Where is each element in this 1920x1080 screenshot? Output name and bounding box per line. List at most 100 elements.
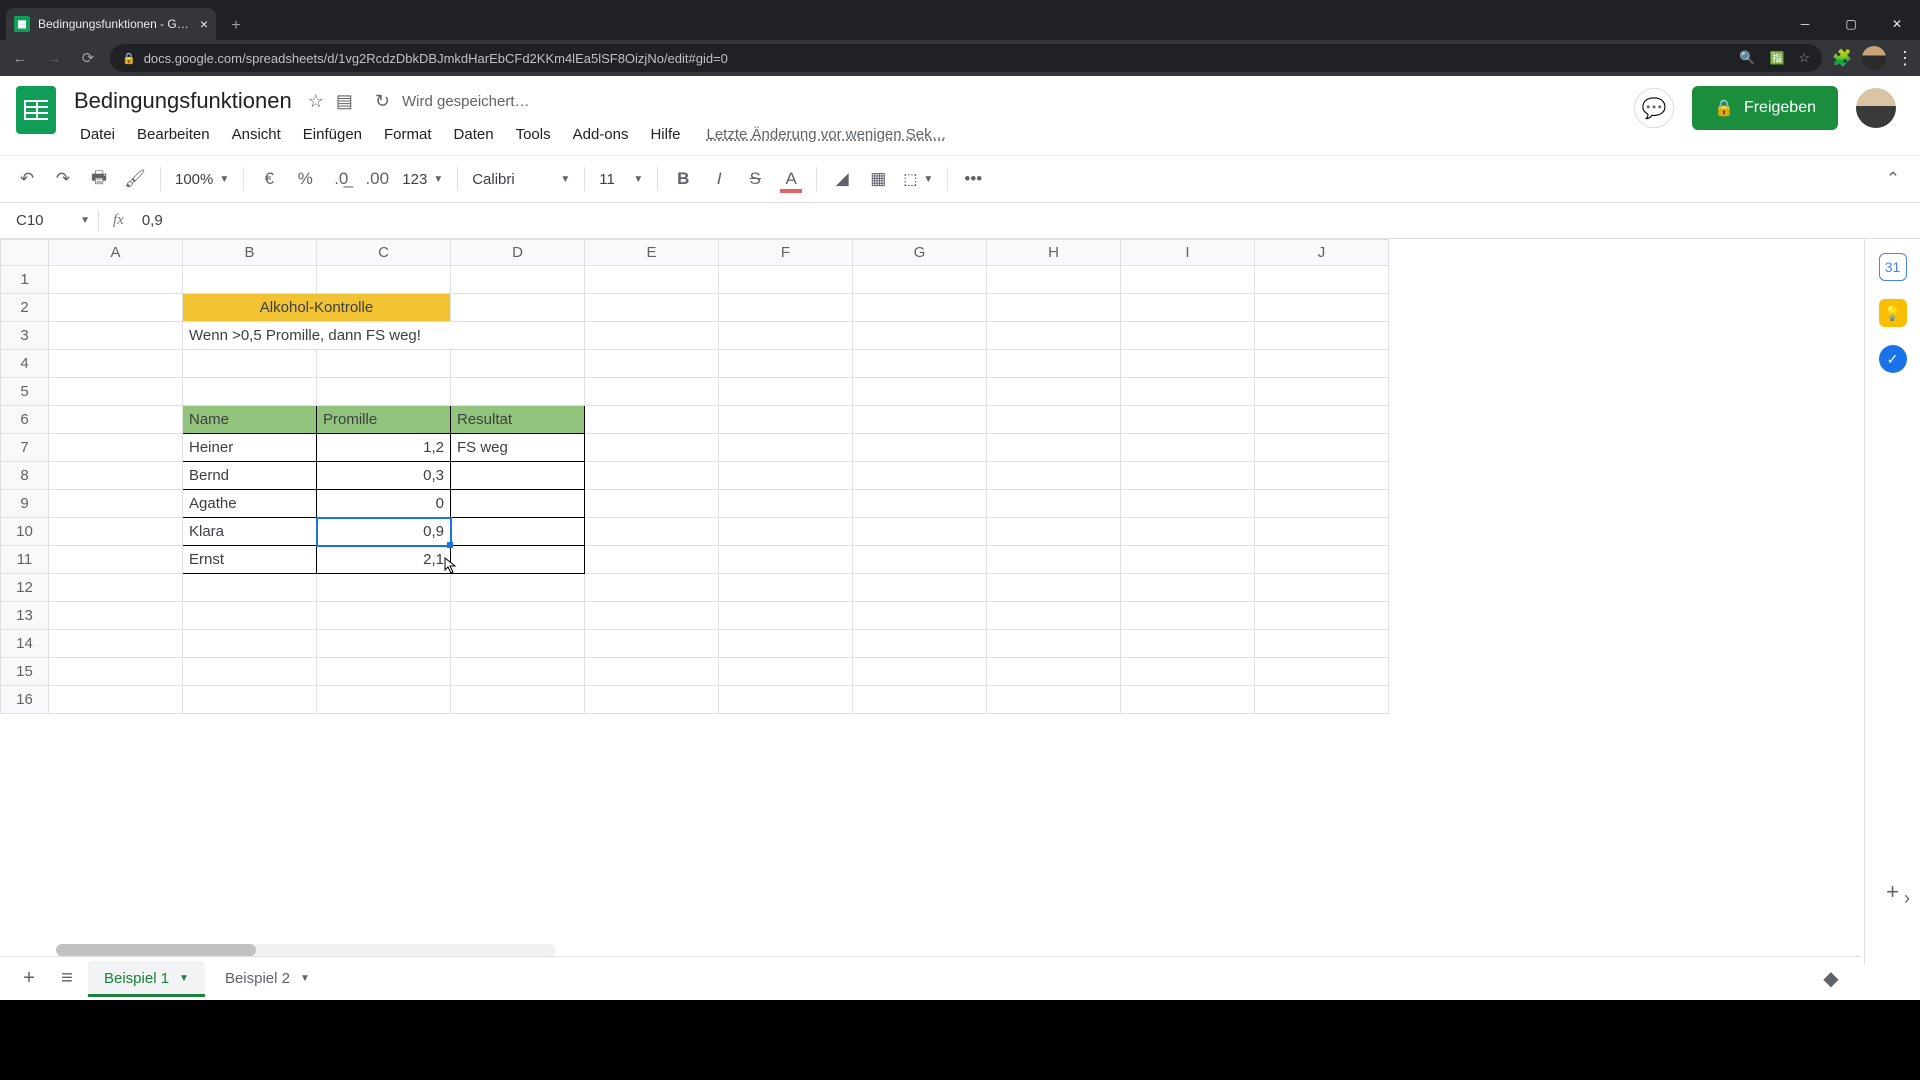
menu-insert[interactable]: Einfügen (293, 122, 372, 147)
chrome-menu-icon[interactable]: ⋮ (1896, 48, 1912, 69)
strikethrough-icon[interactable]: S (738, 163, 772, 195)
cell[interactable]: Bernd (183, 462, 317, 490)
bold-icon[interactable]: B (666, 163, 700, 195)
row-header[interactable]: 15 (1, 658, 49, 686)
cell[interactable] (451, 462, 585, 490)
fill-color-icon[interactable]: ◢ (825, 163, 859, 195)
browser-tab[interactable]: ▦ Bedingungsfunktionen - Google × (6, 8, 216, 40)
cell[interactable]: 0,3 (317, 462, 451, 490)
text-color-icon[interactable]: A (774, 163, 808, 195)
add-on-plus-icon[interactable]: + (1886, 879, 1899, 905)
cell[interactable] (451, 546, 585, 574)
row-header[interactable]: 3 (1, 322, 49, 350)
currency-button[interactable]: € (252, 163, 286, 195)
new-tab-button[interactable]: + (222, 12, 250, 40)
cell[interactable]: Name (183, 406, 317, 434)
column-header[interactable]: A (49, 240, 183, 266)
cell[interactable]: Resultat (451, 406, 585, 434)
add-sheet-button[interactable]: + (12, 962, 46, 996)
cell[interactable]: 2,1 (317, 546, 451, 574)
row-header[interactable]: 7 (1, 434, 49, 462)
print-icon[interactable]: 🖶 (82, 163, 116, 195)
row-header[interactable]: 16 (1, 686, 49, 714)
side-panel-collapse-icon[interactable]: › (1904, 888, 1910, 909)
percent-button[interactable]: % (288, 163, 322, 195)
paint-format-icon[interactable]: 🖌 (118, 163, 152, 195)
menu-edit[interactable]: Bearbeiten (127, 122, 220, 147)
document-title[interactable]: Bedingungsfunktionen (70, 86, 296, 116)
cell[interactable] (451, 518, 585, 546)
decrease-decimal-icon[interactable]: .0̲ (324, 163, 358, 195)
increase-decimal-icon[interactable]: .00 (360, 163, 394, 195)
cell[interactable]: Wenn >0,5 Promille, dann FS weg! (183, 322, 585, 350)
sheet-tab-2[interactable]: Beispiel 2▼ (209, 961, 326, 997)
menu-tools[interactable]: Tools (506, 122, 561, 147)
horizontal-scrollbar[interactable] (56, 944, 556, 956)
row-header[interactable]: 4 (1, 350, 49, 378)
formula-bar[interactable]: 0,9 (138, 212, 1920, 229)
column-header[interactable]: I (1121, 240, 1255, 266)
cell[interactable]: Ernst (183, 546, 317, 574)
italic-icon[interactable]: I (702, 163, 736, 195)
all-sheets-button[interactable]: ≡ (50, 962, 84, 996)
reload-icon[interactable]: ⟳ (76, 46, 100, 70)
menu-addons[interactable]: Add-ons (563, 122, 639, 147)
menu-view[interactable]: Ansicht (222, 122, 291, 147)
close-tab-icon[interactable]: × (200, 16, 208, 32)
calendar-icon[interactable]: 31 (1879, 253, 1907, 281)
cell[interactable]: Agathe (183, 490, 317, 518)
column-header[interactable]: G (853, 240, 987, 266)
row-header[interactable]: 1 (1, 266, 49, 294)
row-header[interactable]: 9 (1, 490, 49, 518)
sheet-tab-1[interactable]: Beispiel 1▼ (88, 961, 205, 997)
address-bar[interactable]: 🔒 docs.google.com/spreadsheets/d/1vg2Rcd… (110, 44, 1822, 72)
row-header[interactable]: 6 (1, 406, 49, 434)
share-button[interactable]: 🔒 Freigeben (1692, 86, 1838, 130)
row-header[interactable]: 13 (1, 602, 49, 630)
keep-icon[interactable]: 💡 (1879, 299, 1907, 327)
cell[interactable]: Heiner (183, 434, 317, 462)
column-header[interactable]: B (183, 240, 317, 266)
merge-cells-select[interactable]: ⬚▼ (897, 170, 939, 188)
forward-icon[interactable]: → (42, 46, 66, 70)
name-box[interactable]: C10 ▼ (8, 212, 98, 229)
cell[interactable]: Promille (317, 406, 451, 434)
maximize-icon[interactable]: ▢ (1828, 8, 1874, 40)
bookmark-icon[interactable]: ☆ (1798, 50, 1810, 66)
cell[interactable]: FS weg (451, 434, 585, 462)
close-window-icon[interactable]: ✕ (1874, 8, 1920, 40)
row-header[interactable]: 12 (1, 574, 49, 602)
select-all-corner[interactable] (1, 240, 49, 266)
tasks-icon[interactable]: ✓ (1879, 345, 1907, 373)
undo-icon[interactable]: ↶ (10, 163, 44, 195)
sheets-logo-icon[interactable] (16, 86, 56, 134)
row-header[interactable]: 14 (1, 630, 49, 658)
move-icon[interactable]: ▤ (336, 91, 353, 112)
translate-icon[interactable]: 🈯 (1769, 51, 1784, 65)
cell[interactable] (451, 490, 585, 518)
row-header[interactable]: 5 (1, 378, 49, 406)
column-header[interactable]: E (585, 240, 719, 266)
column-header[interactable]: C (317, 240, 451, 266)
menu-help[interactable]: Hilfe (640, 122, 690, 147)
cell[interactable]: Klara (183, 518, 317, 546)
cell[interactable]: 1,2 (317, 434, 451, 462)
font-select[interactable]: Calibri▼ (466, 171, 576, 188)
minimize-icon[interactable]: ─ (1782, 8, 1828, 40)
font-size-select[interactable]: 11▼ (593, 171, 649, 188)
scrollbar-thumb[interactable] (56, 944, 256, 956)
menu-file[interactable]: Datei (70, 122, 125, 147)
menu-format[interactable]: Format (374, 122, 442, 147)
column-header[interactable]: J (1255, 240, 1389, 266)
extensions-icon[interactable]: 🧩 (1832, 48, 1852, 68)
row-header[interactable]: 10 (1, 518, 49, 546)
redo-icon[interactable]: ↷ (46, 163, 80, 195)
row-header[interactable]: 11 (1, 546, 49, 574)
column-header[interactable]: H (987, 240, 1121, 266)
star-icon[interactable]: ☆ (308, 91, 324, 112)
last-edit-link[interactable]: Letzte Änderung vor wenigen Sek… (696, 122, 956, 147)
column-header[interactable]: D (451, 240, 585, 266)
spreadsheet-grid[interactable]: A B C D E F G H I J 1 2 Alkohol-Kontroll… (0, 239, 1864, 965)
row-header[interactable]: 2 (1, 294, 49, 322)
selected-cell[interactable]: 0,9 (317, 518, 451, 546)
